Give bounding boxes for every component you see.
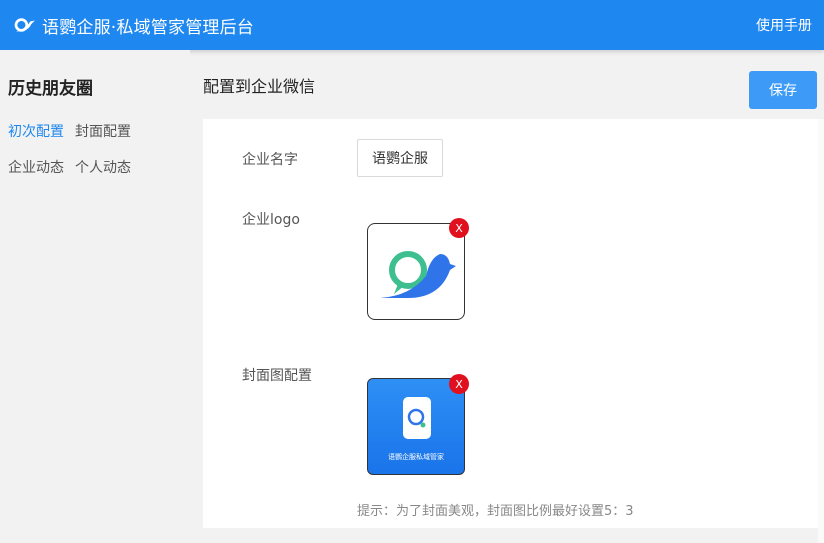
parrot-logo-icon — [14, 18, 35, 32]
company-logo-label: 企业logo — [242, 212, 300, 228]
page-title: 配置到企业微信 — [203, 77, 316, 96]
phone-graphic — [403, 397, 431, 439]
config-panel — [203, 119, 818, 528]
cover-image-text: 语鹦企服私域管家 — [388, 453, 444, 461]
top-header: 语鹦企服·私域管家管理后台 使用手册 — [0, 0, 824, 50]
company-logo-image — [380, 251, 456, 298]
brand: 语鹦企服·私域管家管理后台 — [14, 13, 254, 38]
company-logo-upload[interactable] — [367, 223, 465, 320]
remove-logo-button[interactable]: X — [449, 218, 469, 238]
panel-right-edge — [818, 119, 824, 543]
sidebar-item-cover-config[interactable]: 封面配置 — [75, 121, 131, 141]
sidebar-item-personal-moments[interactable]: 个人动态 — [75, 157, 131, 177]
sidebar-item-initial-config[interactable]: 初次配置 — [8, 121, 64, 141]
company-name-field[interactable]: 语鹦企服 — [357, 139, 443, 177]
cover-ratio-hint: 提示：为了封面美观，封面图比例最好设置5：3 — [357, 504, 634, 519]
save-button[interactable]: 保存 — [749, 71, 817, 109]
company-name-label: 企业名字 — [242, 152, 298, 168]
remove-cover-button[interactable]: X — [449, 374, 469, 394]
cover-image-upload[interactable]: 语鹦企服私域管家 — [367, 378, 465, 475]
cover-image-label: 封面图配置 — [242, 368, 312, 384]
chat-bubble-icon — [407, 408, 426, 428]
sidebar-item-company-moments[interactable]: 企业动态 — [8, 157, 64, 177]
app-title: 语鹦企服·私域管家管理后台 — [42, 17, 255, 38]
user-manual-link[interactable]: 使用手册 — [756, 15, 812, 35]
sidebar-title: 历史朋友圈 — [8, 79, 93, 99]
